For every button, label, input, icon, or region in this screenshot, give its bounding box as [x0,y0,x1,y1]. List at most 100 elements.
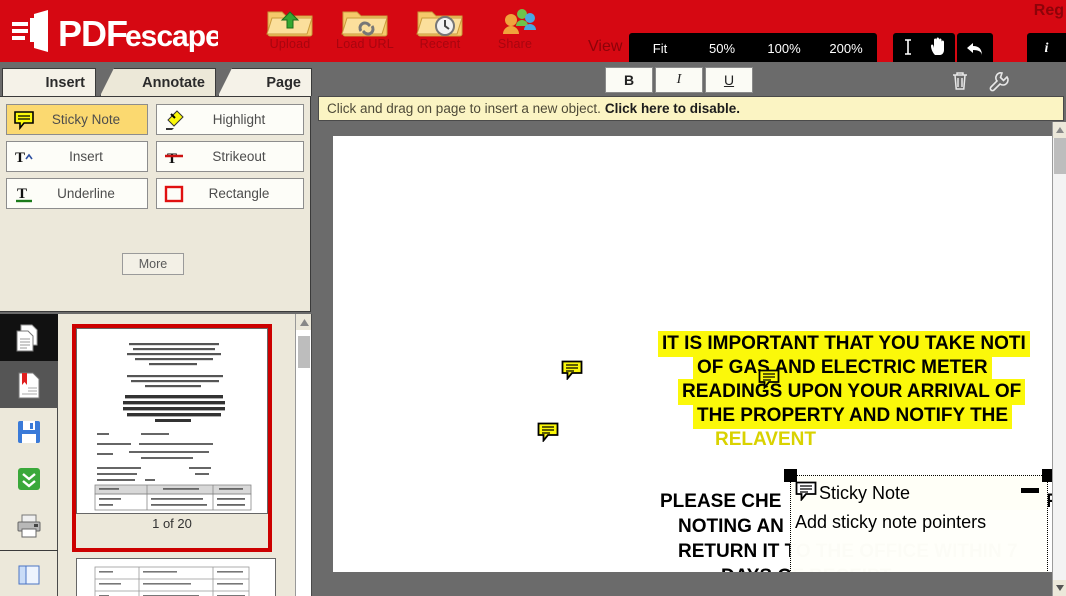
doc-line-5: RELAVENT [715,429,816,450]
italic-button[interactable]: I [655,67,703,93]
zoom-200[interactable]: 200% [815,33,877,65]
wrench-icon[interactable] [987,70,1009,92]
tool-rectangle-label: Rectangle [208,186,270,201]
strikeout-icon: T [157,142,191,171]
text-select-icon[interactable] [900,37,916,62]
pages-icon[interactable] [0,314,58,361]
zoom-100[interactable]: 100% [753,33,815,65]
share-people-icon [473,4,557,38]
nav-recent[interactable]: Recent [398,2,482,60]
pdfescape-app: PDF escape Upload Load URL Recent Share … [0,0,1066,596]
underline-button[interactable]: U [705,67,753,93]
document-viewport[interactable]: IT IS IMPORTANT THAT YOU TAKE NOTI OF GA… [318,124,1064,572]
thumbnail-scrollbar[interactable] [295,314,311,596]
nav-load-url[interactable]: Load URL [323,2,407,60]
register-link[interactable]: Reg [1034,2,1064,20]
doc-scroll-up[interactable] [1053,122,1066,138]
resize-handle-top-left[interactable] [784,469,797,482]
tab-page[interactable]: Page [218,68,312,96]
nav-load-url-label: Load URL [336,37,394,51]
sticky-note-icon [7,105,41,134]
tab-page-label: Page [266,74,301,91]
undo-button[interactable] [957,33,993,65]
tool-sticky-note[interactable]: Sticky Note [6,104,148,135]
more-button[interactable]: More [122,253,184,275]
tool-underline[interactable]: T Underline [6,178,148,209]
zoom-controls: Fit 50% 100% 200% [629,33,877,65]
bold-button[interactable]: B [605,67,653,93]
left-panel: Insert Annotate Page Sticky Note Highlig… [0,62,312,596]
trash-icon[interactable] [949,70,971,92]
nav-share-label: Share [497,37,533,51]
document-vertical-scrollbar-thumb[interactable] [1054,138,1066,174]
view-label: View [588,38,623,55]
sticky-note-popup-body[interactable]: Add sticky note pointers [791,510,1047,572]
hint-bar[interactable]: Click and drag on page to insert a new o… [318,96,1064,121]
nav-recent-label: Recent [419,37,461,51]
nav-upload[interactable]: Upload [248,2,332,60]
doc-line-3: READINGS UPON YOUR ARRIVAL OF [678,379,1026,405]
svg-text:PDF: PDF [58,13,127,54]
sticky-note-marker-2[interactable] [758,369,780,391]
folder-upload-icon [248,4,332,38]
sticky-note-marker-1[interactable] [561,360,583,382]
hand-pan-icon[interactable] [930,37,948,62]
nav-upload-label: Upload [269,37,311,51]
sticky-note-icon [795,481,817,506]
tab-annotate-label: Annotate [142,74,205,91]
document-vertical-scrollbar[interactable] [1052,122,1066,596]
tool-insert-label: Insert [69,149,103,164]
rectangle-icon [157,179,191,208]
thumbnail-pane: 1 of 20 [58,314,312,596]
tab-insert-label: Insert [45,74,86,91]
thumbnail-scrollbar-thumb[interactable] [298,336,310,368]
doc-line-2: OF GAS AND ELECTRIC METER [693,355,992,381]
window-layout-icon[interactable] [0,551,58,596]
zoom-fit[interactable]: Fit [629,33,691,65]
tool-strikeout[interactable]: T Strikeout [156,141,304,172]
hint-disable-link[interactable]: Click here to disable. [605,101,740,116]
folder-link-icon [323,4,407,38]
zoom-50[interactable]: 50% [691,33,753,65]
tool-underline-label: Underline [57,186,115,201]
svg-text:escape: escape [125,20,218,53]
doc-scroll-down[interactable] [1053,580,1066,596]
minimize-button[interactable] [1021,488,1039,493]
text-insert-icon: T [7,142,41,171]
highlighter-icon [157,105,191,134]
folder-clock-icon [398,4,482,38]
sticky-note-popup-title: Sticky Note [819,482,911,503]
sticky-note-popup[interactable]: Sticky Note Add sticky note pointers [790,475,1048,572]
save-icon[interactable] [0,408,58,455]
main-area: B I U Click and drag on page to insert a… [312,62,1066,596]
tool-insert[interactable]: T Insert [6,141,148,172]
tab-annotate[interactable]: Annotate [100,68,216,96]
info-button[interactable]: i [1027,33,1066,65]
print-icon[interactable] [0,502,58,549]
underline-icon: T [7,179,41,208]
tool-highlight[interactable]: Highlight [156,104,304,135]
tool-sticky-note-label: Sticky Note [51,112,121,127]
doc-line-1: IT IS IMPORTANT THAT YOU TAKE NOTI [658,331,1030,357]
svg-text:T: T [15,150,25,166]
pdfescape-logo[interactable]: PDF escape [8,8,218,54]
download-icon[interactable] [0,455,58,502]
tool-strikeout-label: Strikeout [212,149,266,164]
svg-text:T: T [167,151,177,167]
annotate-toolbox: Sticky Note Highlight T Insert T Strikeo… [0,96,311,312]
bookmarks-icon[interactable] [0,361,58,408]
nav-share[interactable]: Share [473,2,557,60]
thumbnail-page-2[interactable] [76,558,276,596]
tab-insert[interactable]: Insert [2,68,96,96]
thumbnail-scrollbar-track [296,330,311,596]
tool-rectangle[interactable]: Rectangle [156,178,304,209]
format-toolbar: B I U [312,62,1066,98]
svg-text:T: T [17,186,27,202]
sticky-note-marker-3[interactable] [537,422,559,444]
sticky-note-popup-header[interactable]: Sticky Note [791,476,1047,510]
hint-text: Click and drag on page to insert a new o… [327,101,601,116]
top-toolbar: PDF escape Upload Load URL Recent Share … [0,0,1066,65]
thumbnail-scroll-up[interactable] [296,314,311,330]
thumbnail-page-1-caption: 1 of 20 [152,516,192,531]
thumbnail-page-1[interactable]: 1 of 20 [72,324,272,552]
